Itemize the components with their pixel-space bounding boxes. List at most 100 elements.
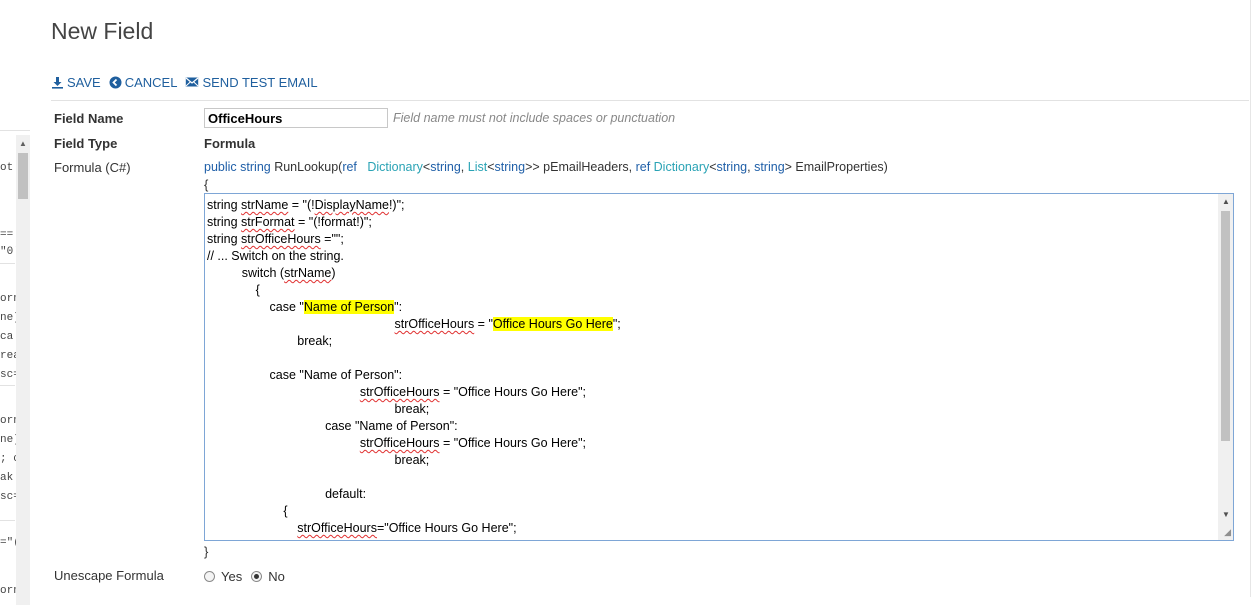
- code-token: = "Office Hours Go Here";: [439, 385, 587, 399]
- sig-token: string: [430, 160, 461, 174]
- cancel-label: CANCEL: [124, 74, 178, 90]
- sig-token: string: [494, 160, 526, 174]
- code-token: switch (: [207, 266, 285, 280]
- scroll-down-icon[interactable]: ▼: [1222, 510, 1230, 519]
- sig-token: RunLookup(: [270, 160, 343, 174]
- code-token: = ": [474, 317, 493, 331]
- code-token: string: [207, 232, 242, 246]
- left-fragment: sc=: [0, 491, 16, 503]
- highlighted-text: Office Hours Go Here: [492, 317, 613, 331]
- sig-token: string: [240, 160, 271, 174]
- code-token: strOfficeHours: [359, 436, 440, 450]
- code-line: break;: [207, 453, 430, 467]
- sig-token: <: [709, 160, 717, 174]
- left-fragment: ="(: [0, 537, 16, 549]
- code-line: case "Name of Person":: [207, 368, 403, 382]
- code-line: {: [207, 283, 260, 297]
- code-token: strOfficeHours: [359, 385, 440, 399]
- sig-token: string: [754, 160, 785, 174]
- right-panel-border: [1250, 0, 1251, 597]
- field-type-value: Formula: [204, 136, 256, 151]
- left-fragment: orn: [0, 293, 16, 305]
- formula-editor-scroll-thumb[interactable]: [1221, 211, 1230, 441]
- formula-editor[interactable]: string strName = "(!DisplayName!)"; stri…: [204, 193, 1234, 541]
- close-brace: }: [204, 544, 209, 559]
- left-fragment: ca: [0, 331, 14, 343]
- code-token: ): [331, 266, 336, 280]
- method-signature: public string RunLookup(ref Dictionary<s…: [204, 160, 888, 174]
- sig-token: >> pEmailHeaders,: [525, 160, 636, 174]
- sig-token: string: [716, 160, 748, 174]
- left-panel-divider: [0, 263, 15, 264]
- resize-handle-icon[interactable]: ◢: [1224, 527, 1231, 538]
- code-token: ="Office Hours Go Here";: [376, 521, 517, 535]
- download-icon: [52, 76, 63, 89]
- code-token: = "(!: [288, 198, 315, 212]
- code-line: // ... Switch on the string.: [207, 249, 344, 263]
- send-test-email-label: SEND TEST EMAIL: [202, 74, 318, 90]
- scroll-up-icon[interactable]: ▲: [1222, 197, 1230, 206]
- code-token: strOfficeHours: [297, 521, 377, 535]
- code-token: strOfficeHours: [394, 317, 475, 331]
- code-token: strName: [241, 198, 289, 212]
- back-circle-icon: [109, 76, 122, 88]
- left-fragment: ot: [0, 162, 14, 174]
- open-brace: {: [204, 177, 209, 192]
- code-token: = "(!format!)";: [294, 215, 372, 229]
- code-token: string: [207, 198, 242, 212]
- formula-editor-scrollbar[interactable]: ▲ ▼: [1218, 194, 1233, 540]
- unescape-yes-label[interactable]: Yes: [221, 569, 242, 584]
- left-panel-divider: [0, 385, 15, 386]
- send-test-email-button[interactable]: SEND TEST EMAIL: [185, 74, 318, 90]
- sig-token: List: [467, 160, 488, 174]
- code-line: case "Name of Person":: [207, 419, 458, 433]
- left-panel-scrollbar[interactable]: ▲: [16, 135, 30, 605]
- code-token: !)";: [388, 198, 405, 212]
- sig-token: Dictionary: [367, 160, 423, 174]
- sig-token: ref: [342, 160, 357, 174]
- highlighted-text: Name of Person: [303, 300, 395, 314]
- unescape-formula-label: Unescape Formula: [54, 568, 164, 583]
- code-token: strFormat: [241, 215, 295, 229]
- sig-token: <: [487, 160, 495, 174]
- left-fragment: ==: [0, 229, 14, 241]
- unescape-formula-radio-group: Yes No: [204, 569, 294, 584]
- code-line: break;: [207, 402, 430, 416]
- cancel-button[interactable]: CANCEL: [109, 74, 178, 90]
- save-label: SAVE: [67, 74, 101, 90]
- unescape-no-label[interactable]: No: [268, 569, 285, 584]
- code-line: default:: [207, 487, 367, 501]
- left-panel: ot == "0' orn ne) ca rea sc= orn ne) ; c…: [0, 135, 30, 605]
- left-fragment: "0': [0, 246, 16, 258]
- code-token: string: [207, 215, 242, 229]
- left-fragment: ak: [0, 472, 14, 484]
- left-fragment: ; ca: [0, 453, 16, 465]
- sig-token: > EmailProperties): [784, 160, 888, 174]
- left-fragment: sc=: [0, 369, 16, 381]
- code-token: case ": [207, 300, 304, 314]
- left-panel-scroll-thumb[interactable]: [18, 153, 28, 199]
- field-name-input[interactable]: [204, 108, 388, 128]
- unescape-yes-radio[interactable]: [204, 571, 215, 582]
- formula-code[interactable]: string strName = "(!DisplayName!)"; stri…: [207, 197, 621, 537]
- code-token: DisplayName: [314, 198, 389, 212]
- code-line: break;: [207, 334, 333, 348]
- envelope-icon: [186, 77, 199, 87]
- code-line: {: [207, 504, 288, 518]
- header-divider: [51, 100, 1249, 101]
- code-token: ":: [394, 300, 403, 314]
- left-fragment: ne): [0, 312, 16, 324]
- scroll-up-icon[interactable]: ▲: [19, 139, 27, 148]
- sig-token: Dictionary: [653, 160, 710, 174]
- sig-token: ref: [635, 160, 651, 174]
- sig-token: public: [204, 160, 237, 174]
- unescape-no-radio[interactable]: [251, 571, 263, 582]
- page-title: New Field: [51, 18, 154, 44]
- code-token: strOfficeHours: [241, 232, 321, 246]
- field-type-label: Field Type: [54, 136, 118, 151]
- save-button[interactable]: SAVE: [51, 75, 101, 90]
